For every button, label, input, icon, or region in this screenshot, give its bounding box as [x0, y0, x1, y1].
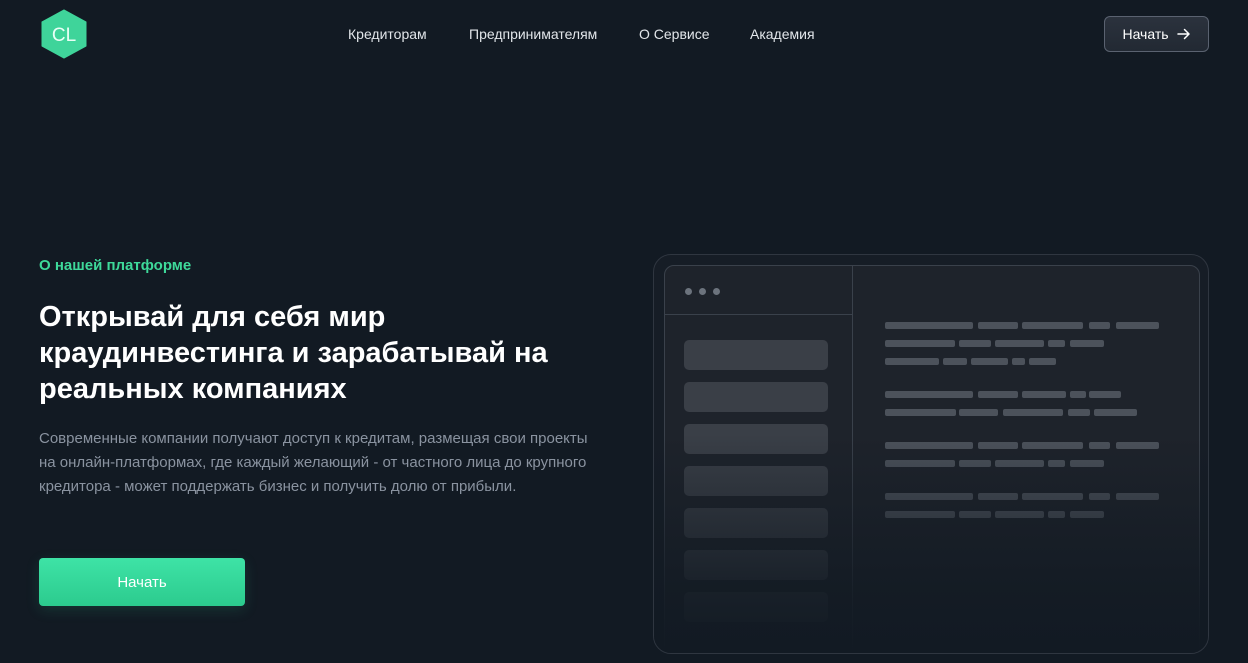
mockup-text-line — [1022, 442, 1083, 449]
window-dot-icon — [699, 288, 706, 295]
hero-eyebrow: О нашей платформе — [39, 257, 192, 274]
mockup-text-line — [1003, 409, 1063, 416]
logo-text: CL — [52, 25, 76, 46]
mockup-text-line — [885, 322, 973, 329]
mockup-text-line — [1070, 340, 1104, 347]
mockup-sidebar-item — [684, 550, 828, 580]
mockup-text-line — [959, 340, 991, 347]
mockup-text-line — [1048, 511, 1065, 518]
mockup-text-line — [885, 493, 973, 500]
mockup-text-line — [885, 511, 955, 518]
mockup-sidebar — [665, 266, 853, 653]
mockup-text-line — [995, 511, 1044, 518]
mockup-sidebar-item — [684, 340, 828, 370]
dashboard-mockup-illustration — [653, 254, 1209, 654]
mockup-text-line — [885, 358, 939, 365]
mockup-text-line — [971, 358, 1008, 365]
arrow-right-icon — [1176, 28, 1190, 40]
mockup-text-line — [1116, 322, 1159, 329]
mockup-text-line — [1089, 391, 1121, 398]
logo-hexagon-icon: CL — [41, 9, 87, 59]
nav-link-creditors[interactable]: Кредиторам — [348, 26, 427, 42]
mockup-text-line — [1070, 391, 1086, 398]
mockup-text-line — [1070, 511, 1104, 518]
mockup-text-line — [959, 409, 998, 416]
mockup-text-line — [1116, 493, 1159, 500]
mockup-text-line — [1048, 340, 1065, 347]
mockup-text-line — [1048, 460, 1065, 467]
mockup-text-line — [1022, 493, 1083, 500]
mockup-sidebar-item — [684, 466, 828, 496]
mockup-text-line — [978, 442, 1018, 449]
mockup-text-line — [885, 340, 955, 347]
mockup-window — [664, 265, 1200, 653]
nav-link-about[interactable]: О Сервисе — [639, 26, 710, 42]
mockup-text-line — [885, 460, 955, 467]
mockup-text-line — [1070, 460, 1104, 467]
mockup-text-line — [885, 391, 973, 398]
mockup-text-line — [943, 358, 967, 365]
mockup-text-line — [1022, 322, 1083, 329]
hero-start-button[interactable]: Начать — [39, 558, 245, 606]
nav-link-entrepreneurs[interactable]: Предпринимателям — [469, 26, 597, 42]
mockup-text-line — [1012, 358, 1025, 365]
mockup-text-line — [885, 409, 956, 416]
mockup-sidebar-item — [684, 592, 828, 622]
mockup-text-line — [1116, 442, 1159, 449]
header-start-button-label: Начать — [1122, 26, 1169, 42]
mockup-text-line — [1094, 409, 1137, 416]
window-dot-icon — [713, 288, 720, 295]
mockup-window-controls — [665, 266, 853, 315]
mockup-text-line — [1029, 358, 1056, 365]
mockup-text-line — [1089, 322, 1110, 329]
mockup-text-line — [885, 442, 973, 449]
mockup-text-line — [995, 340, 1044, 347]
mockup-text-line — [1022, 391, 1066, 398]
mockup-text-line — [959, 511, 991, 518]
header-start-button[interactable]: Начать — [1104, 16, 1209, 52]
nav-link-academy[interactable]: Академия — [750, 26, 815, 42]
mockup-text-line — [1089, 493, 1110, 500]
logo[interactable]: CL — [41, 9, 87, 59]
mockup-sidebar-item — [684, 424, 828, 454]
mockup-sidebar-item — [684, 382, 828, 412]
mockup-text-line — [959, 460, 991, 467]
hero-description: Современные компании получают доступ к к… — [39, 430, 588, 495]
hero-title: Открывай для себя мир краудинвестинга и … — [39, 301, 548, 405]
mockup-text-line — [1089, 442, 1110, 449]
mockup-text-line — [995, 460, 1044, 467]
mockup-text-line — [978, 322, 1018, 329]
mockup-text-line — [978, 493, 1018, 500]
mockup-text-line — [978, 391, 1018, 398]
mockup-text-line — [1068, 409, 1090, 416]
window-dot-icon — [685, 288, 692, 295]
mockup-sidebar-item — [684, 508, 828, 538]
